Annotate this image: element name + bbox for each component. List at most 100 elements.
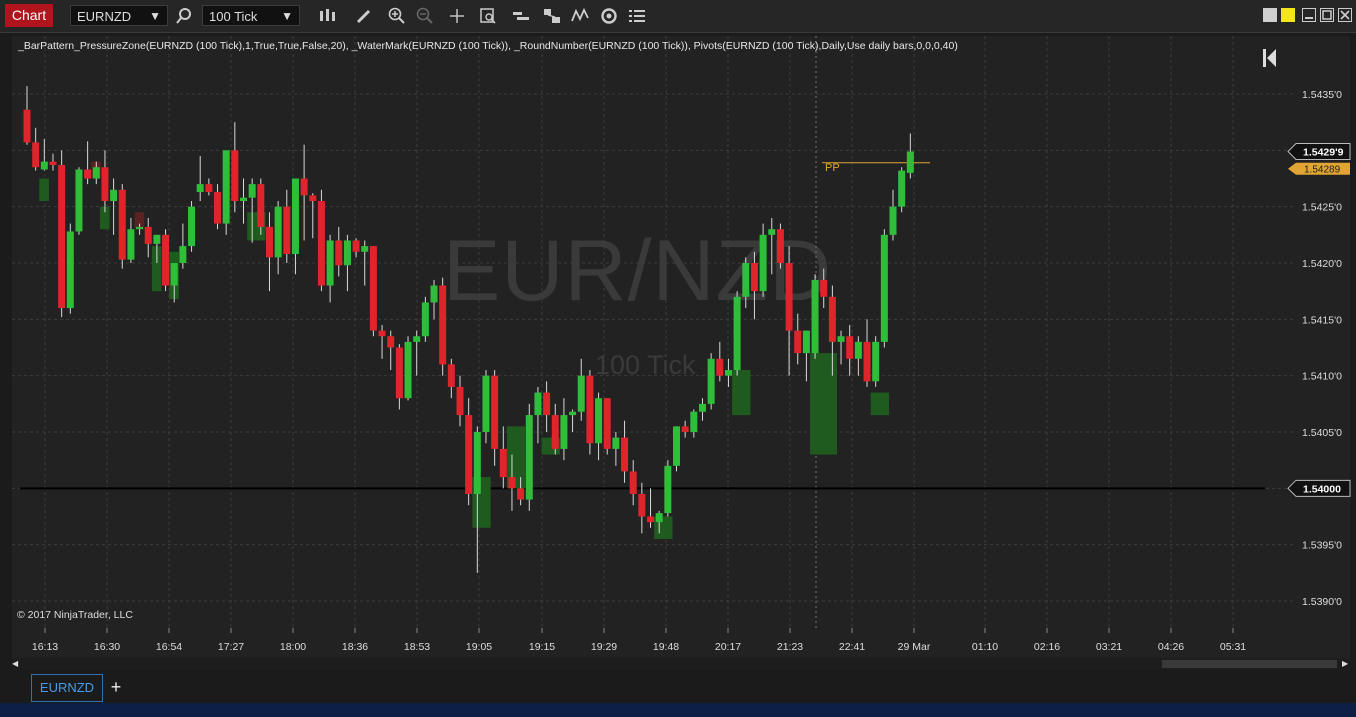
time-axis-label: 04:26 (1158, 641, 1184, 653)
candle-body (248, 184, 256, 198)
candle-body (75, 169, 83, 232)
candle-body (257, 184, 265, 227)
candle-body (482, 375, 490, 432)
candle-body (110, 189, 118, 202)
time-axis-label: 18:00 (280, 641, 306, 653)
candle-body (101, 167, 109, 202)
candle-body (569, 411, 577, 416)
candle-body (733, 296, 741, 371)
tab-eurnzd[interactable]: EURNZD (31, 674, 103, 702)
pressure-zone (740, 370, 751, 416)
candle-body (465, 415, 473, 494)
pivot-price-label: 1.54289 (1304, 165, 1341, 176)
candle-body (690, 411, 698, 432)
candle-body (664, 465, 672, 514)
candle-body (750, 263, 758, 292)
candle-body (603, 398, 611, 449)
pressure-zone (662, 516, 673, 540)
time-axis-label: 17:27 (218, 641, 244, 653)
candle-body (317, 201, 325, 286)
price-axis-label: 1.5420'0 (1302, 258, 1342, 270)
candle-body (32, 142, 40, 168)
pressure-zone (879, 392, 889, 416)
candle-body (638, 493, 646, 517)
candle-body (543, 392, 551, 416)
candle-body (525, 415, 533, 500)
candle-body (698, 403, 706, 412)
candle-body (707, 358, 715, 404)
candle-body (188, 206, 196, 247)
time-axis-label: 20:17 (715, 641, 741, 653)
price-axis-label: 1.5395'0 (1302, 540, 1342, 552)
candle-body (473, 432, 481, 494)
copyright-text: © 2017 NinjaTrader, LLC (17, 609, 133, 621)
candle-body (361, 246, 369, 252)
price-axis-label: 1.5410'0 (1302, 371, 1342, 383)
time-axis-label: 01:10 (972, 641, 998, 653)
candle-body (439, 285, 447, 365)
candle-body (84, 169, 92, 179)
candle-body (595, 398, 603, 444)
candle-body (387, 336, 395, 348)
candle-body (274, 206, 282, 258)
candle-body (222, 150, 230, 224)
time-axis-label: 16:30 (94, 641, 120, 653)
candle-body (621, 437, 629, 472)
candle-body (326, 240, 334, 286)
candle-body (742, 263, 750, 297)
time-axis-label: 21:23 (777, 641, 803, 653)
candle-body (309, 195, 317, 202)
candle-body (776, 229, 784, 263)
pivot-pp-label: PP (825, 162, 840, 174)
candle-body (196, 184, 204, 193)
candle-body (655, 513, 663, 523)
candle-body (889, 206, 897, 235)
candle-body (335, 240, 343, 266)
candle-body (118, 189, 126, 260)
candle-body (629, 471, 637, 494)
candle-body (854, 341, 862, 359)
candle-body (214, 192, 222, 224)
candle-body (395, 347, 403, 399)
candle-body (231, 150, 239, 202)
candle-body (577, 375, 585, 412)
current-price-label: 1.5429'9 (1303, 146, 1344, 158)
candle-body (378, 330, 386, 337)
time-axis-label: 18:53 (404, 641, 430, 653)
candle-body (179, 246, 187, 263)
candle-body (343, 240, 351, 266)
time-axis-label: 19:29 (591, 641, 617, 653)
time-axis-label: 19:48 (653, 641, 679, 653)
time-axis-label: 02:16 (1034, 641, 1060, 653)
candle-body (673, 426, 680, 466)
price-axis-label: 1.5435'0 (1302, 89, 1342, 101)
pressure-zone (480, 477, 491, 528)
candle-body (153, 234, 161, 244)
pressure-zone (818, 353, 829, 455)
candle-body (647, 516, 655, 523)
candle-body (40, 161, 48, 170)
candle-body (551, 415, 559, 449)
candle-body (491, 375, 499, 449)
scroll-to-end-icon[interactable] (1262, 47, 1278, 69)
round-number-label: 1.54000 (1303, 483, 1341, 495)
add-tab-icon[interactable]: + (107, 678, 125, 696)
tab-bar (0, 672, 1356, 703)
candle-body (863, 341, 871, 382)
time-axis-label: 29 Mar (898, 641, 931, 653)
candle-body (586, 375, 594, 444)
candle-body (352, 240, 360, 252)
candle-body (144, 226, 152, 244)
candle-body (612, 437, 620, 449)
candle-body (820, 279, 828, 297)
candle-body (127, 229, 135, 260)
time-axis-label: 05:31 (1220, 641, 1246, 653)
candle-body (300, 178, 308, 196)
candle-body (499, 448, 507, 478)
candle-body (58, 164, 66, 309)
candle-body (162, 234, 170, 286)
pressure-zone (870, 392, 881, 416)
candle-body (240, 197, 247, 202)
pressure-zone (810, 353, 820, 455)
chart-window: Chart EURNZD ▼ 100 Tick ▼ ◀ ▶ EUR/NZD 10… (0, 0, 1356, 717)
